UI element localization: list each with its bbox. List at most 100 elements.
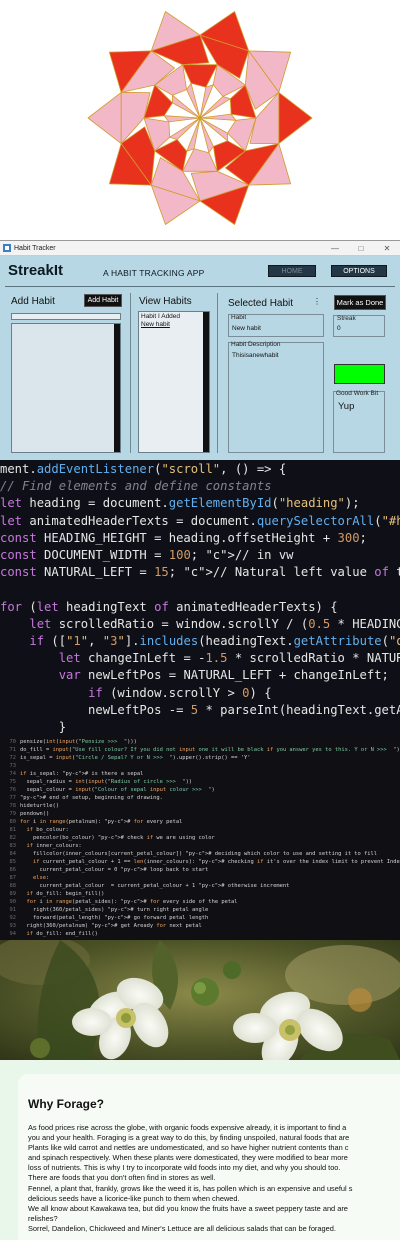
add-habit-title: Add Habit	[11, 296, 55, 307]
js-code-line: const HEADING_HEIGHT = heading.offsetHei…	[0, 530, 367, 545]
python-code-line: 81 if bo_colour:	[9, 827, 69, 833]
add-habit-scrollbar[interactable]	[114, 324, 120, 452]
tagline: A HABIT TRACKING APP	[103, 268, 205, 278]
js-code-line: // Find elements and define constants	[0, 479, 272, 494]
forage-paragraph-line: loss of nutrients. This is why I try to …	[28, 1163, 341, 1173]
forage-paragraph-line: There are foods that you don't often fin…	[28, 1173, 216, 1183]
rosette-svg	[87, 11, 313, 225]
forage-heading: Why Forage?	[28, 1097, 105, 1111]
forage-paragraph-line: you and your health. Foraging is a great…	[28, 1133, 350, 1143]
blackberry-flower-photo	[0, 940, 400, 1060]
python-code-line: 76 sepal_colour = input("Colour of sepal…	[9, 787, 215, 793]
python-code-line: 94 if do_fill: end_fill()	[9, 931, 98, 937]
good-work-value: Yup	[338, 401, 355, 412]
js-code-editor: ment.addEventListener("scroll", () => { /…	[0, 460, 400, 735]
more-options-icon[interactable]: ⋮	[313, 297, 321, 306]
python-code-line: 93 right(360/petalnum) "py-c"># get Area…	[9, 923, 202, 929]
rosette-outer-tile	[87, 92, 122, 145]
python-code-line: 83 if inner_colours:	[9, 843, 82, 849]
js-code-line: let animatedHeaderTexts = document.query…	[0, 513, 400, 528]
options-button[interactable]: OPTIONS	[331, 265, 387, 277]
rosette-graphic	[0, 0, 400, 240]
python-code-line: 91 right(360/petal_sides) "py-c"># turn …	[9, 907, 209, 913]
app-header: StreakIt A HABIT TRACKING APP HOME OPTIO…	[0, 256, 400, 284]
home-button[interactable]: HOME	[268, 265, 316, 277]
window-titlebar: Habit Tracker — □ ✕	[0, 241, 400, 256]
forage-paragraph-line: relishes?	[28, 1213, 58, 1223]
forage-body: As food prices rise across the globe, wi…	[28, 1123, 400, 1234]
js-code-line: for (let headingText of animatedHeaderTe…	[0, 599, 338, 614]
js-code-line: let heading = document.getElementById("h…	[0, 496, 360, 511]
view-habits-title: View Habits	[139, 296, 192, 307]
panel-separator	[217, 293, 218, 453]
python-code-line: 85 if current_petal_colour + 1 == len(in…	[9, 859, 400, 865]
python-code-line: 70 pensize(int(input("Pensize >>> ")))	[9, 739, 137, 745]
habit-label: Habit	[231, 314, 247, 321]
python-code-line: 90 for i in range(petal_sides): "py-c">#…	[9, 899, 238, 905]
python-code-line: 92 forward(petal_length) "py-c"># go for…	[9, 915, 209, 921]
js-code-line: ment.addEventListener("scroll", () => {	[0, 462, 287, 476]
js-code-line: if (["1", "3"].includes(headingText.getA…	[29, 634, 400, 648]
forage-paragraph-line: We all know about Kawakawa tea, but did …	[28, 1203, 348, 1213]
rosette-swirl-tile	[182, 148, 218, 172]
flower-photo-image	[0, 940, 400, 1060]
python-code-line: 75 sepal_radius = int(input("Radius of c…	[9, 779, 193, 785]
streak-value: 0	[337, 325, 341, 332]
minimize-button[interactable]: —	[322, 244, 348, 253]
good-work-label: Good Work Bit	[336, 390, 379, 397]
description-value: Thisisanewhabit	[232, 352, 279, 359]
python-code-line: 87 else:	[9, 875, 50, 881]
habit-tracker-window: Habit Tracker — □ ✕ StreakIt A HABIT TRA…	[0, 240, 400, 460]
python-code-line: 79 pendown()	[9, 811, 50, 817]
mark-done-button[interactable]: Mark as Done	[334, 295, 386, 310]
why-forage-section: Why Forage? As food prices rise across t…	[0, 1060, 400, 1240]
description-label: Habit Description	[231, 341, 281, 348]
python-code-line: 74 if is_sepal: "py-c"># is there a sepal	[9, 771, 144, 777]
python-code-line: 71 do_fill = input("Use fill colour? If y…	[9, 747, 400, 753]
python-code-line: 84 fillcolor(inner_colours[current_petal…	[9, 851, 378, 857]
rosette-outer-tile	[278, 92, 313, 145]
add-habit-input[interactable]	[11, 313, 121, 320]
forage-paragraph-line: Sorrel, Dandelion, Chickweed and Miner's…	[28, 1223, 336, 1233]
python-code-line: 88 current_petal_colour = current_petal_…	[9, 883, 290, 889]
add-habit-textarea[interactable]	[11, 323, 121, 453]
js-code-line: }	[0, 720, 67, 734]
add-habit-button[interactable]: Add Habit	[84, 294, 122, 307]
python-code-line: 77 "py-c"># end of setup, beginning of dr…	[9, 795, 163, 801]
app-icon	[3, 244, 11, 252]
python-code-editor: 70 pensize(int(input("Pensize >>> "))) 71 d…	[0, 735, 400, 940]
habits-list[interactable]: Habit I Added New habit	[138, 311, 210, 453]
forage-paragraph-line: As food prices rise across the globe, wi…	[28, 1123, 347, 1132]
python-code-line: 72 is_sepal = input("Circle / Sepal? Y or…	[9, 755, 251, 761]
js-code-line: var newLeftPos = NATURAL_LEFT + changeIn…	[58, 668, 389, 683]
window-title: Habit Tracker	[14, 244, 56, 252]
status-indicator	[334, 364, 385, 384]
brand-logo-text: StreakIt	[8, 262, 64, 279]
js-code-line: const NATURAL_LEFT = 15; "c">// Natural …	[0, 565, 400, 580]
js-code-line: newLeftPos -= 5 * parseInt(headingText.g…	[0, 702, 400, 717]
habits-list-scrollbar[interactable]	[203, 312, 209, 452]
habit-value: New habit	[232, 325, 261, 332]
habit-list-item[interactable]: New habit	[139, 320, 209, 330]
panel-separator	[130, 293, 131, 453]
streak-label: Streak	[337, 315, 356, 322]
python-code-line: 82 pencolor(bo_colour) "py-c"># check if…	[9, 835, 215, 841]
header-divider	[5, 286, 395, 287]
python-code-line: 86 current_petal_colour = 0 "py-c"># loo…	[9, 867, 209, 873]
js-code-line: if (window.scrollY > 0) {	[88, 685, 272, 700]
js-code-line: let changeInLeft = -1.5 * scrolledRatio …	[58, 651, 400, 666]
js-code-line: let scrolledRatio = window.scrollY / (0.…	[29, 616, 400, 631]
selected-habit-title: Selected Habit	[228, 298, 294, 309]
forage-paragraph-line: Fennel, a plant that, frankly, grows lik…	[28, 1183, 353, 1193]
python-code-line: 78 hideturtle()	[9, 803, 59, 809]
forage-paragraph-line: and spinach respectively. When these pla…	[28, 1153, 348, 1163]
close-button[interactable]: ✕	[374, 244, 400, 253]
python-code-line: 80 for i in range(petalnum): "py-c"># for…	[9, 819, 183, 825]
python-code-line: 73	[9, 763, 17, 769]
forage-paragraph-line: Plants like wild carrot and nettles are …	[28, 1143, 349, 1153]
python-code-line: 89 if do_fill: begin_fill()	[9, 891, 105, 897]
js-code-line: const DOCUMENT_WIDTH = 100; "c">// in vw	[0, 548, 294, 562]
maximize-button[interactable]: □	[348, 244, 374, 253]
forage-paragraph-line: delicious seeds have a licorice-like pun…	[28, 1193, 240, 1203]
rosette-swirl-tile	[182, 64, 218, 88]
